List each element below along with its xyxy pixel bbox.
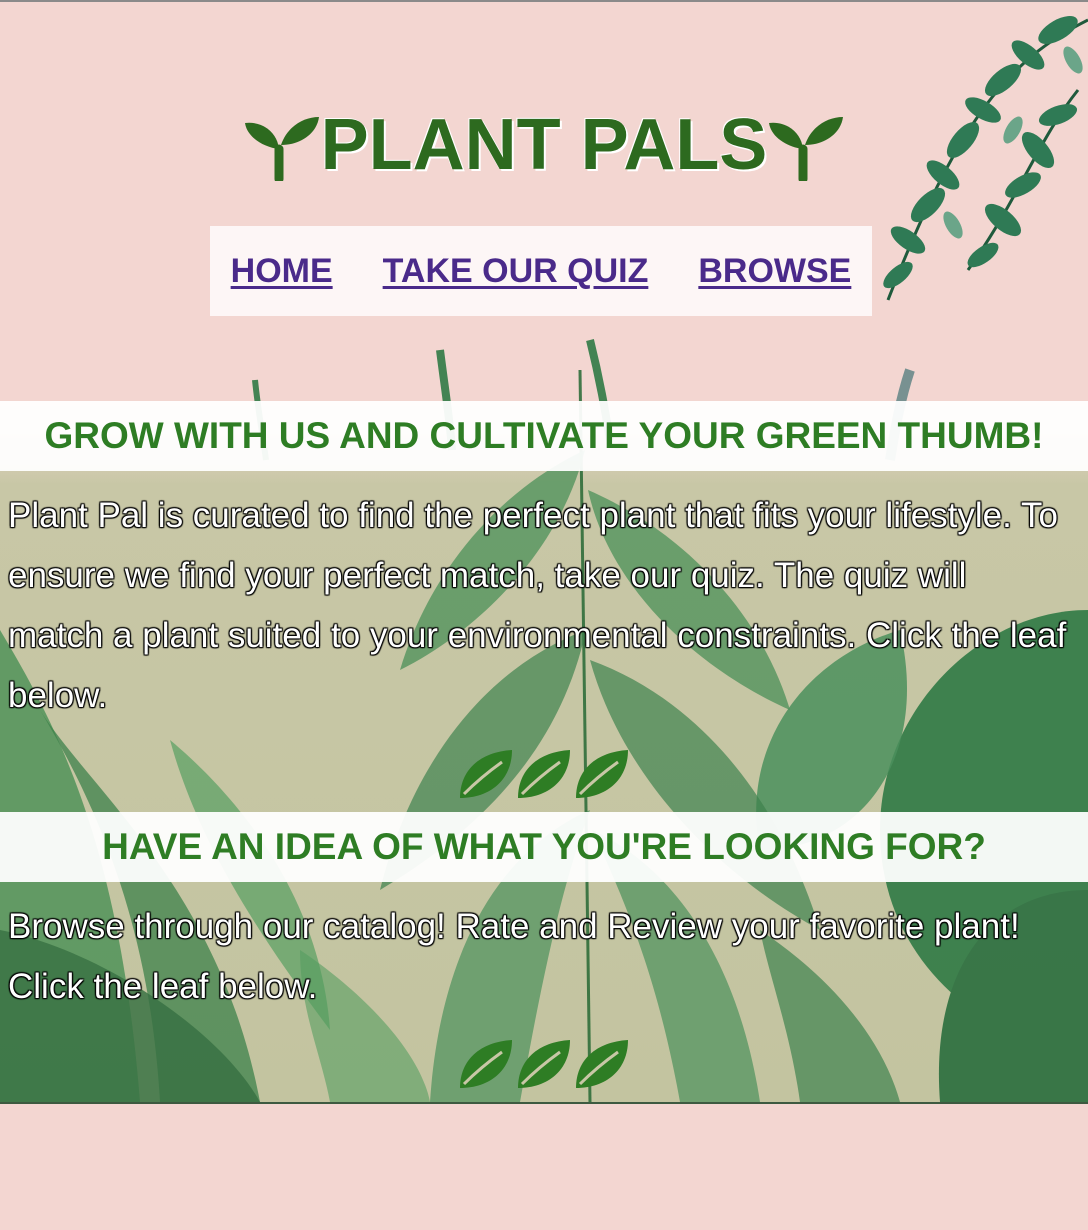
sprout-icon <box>244 117 319 181</box>
leaf-icon <box>460 1040 512 1088</box>
browse-heading-band: HAVE AN IDEA OF WHAT YOU'RE LOOKING FOR? <box>0 812 1088 882</box>
page-footer-area <box>0 1104 1088 1230</box>
leaf-icon <box>518 1040 570 1088</box>
browse-leaf-link[interactable] <box>456 1036 630 1092</box>
browse-heading: HAVE AN IDEA OF WHAT YOU'RE LOOKING FOR? <box>102 826 986 867</box>
nav-link-quiz[interactable]: TAKE OUR QUIZ <box>383 252 649 291</box>
leaf-icon <box>460 750 512 798</box>
nav-link-home[interactable]: HOME <box>231 252 333 291</box>
brand-title: PLANT PALS <box>320 105 768 185</box>
leaf-icon <box>518 750 570 798</box>
main-nav: HOME TAKE OUR QUIZ BROWSE <box>210 226 872 316</box>
leaf-icon <box>576 1040 628 1088</box>
sprout-icon <box>769 117 844 181</box>
quiz-description: Plant Pal is curated to find the perfect… <box>8 496 1067 715</box>
brand-logo[interactable]: PLANT PALS <box>243 100 846 190</box>
leaf-icon <box>576 750 628 798</box>
main-content: GROW WITH US AND CULTIVATE YOUR GREEN TH… <box>0 330 1088 1104</box>
browse-description: Browse through our catalog! Rate and Rev… <box>8 907 1020 1006</box>
quiz-heading-band: GROW WITH US AND CULTIVATE YOUR GREEN TH… <box>0 401 1088 471</box>
nav-link-browse[interactable]: BROWSE <box>698 252 851 291</box>
quiz-heading: GROW WITH US AND CULTIVATE YOUR GREEN TH… <box>44 415 1044 456</box>
quiz-leaf-link[interactable] <box>456 746 630 802</box>
site-header: PLANT PALS <box>0 100 1088 190</box>
